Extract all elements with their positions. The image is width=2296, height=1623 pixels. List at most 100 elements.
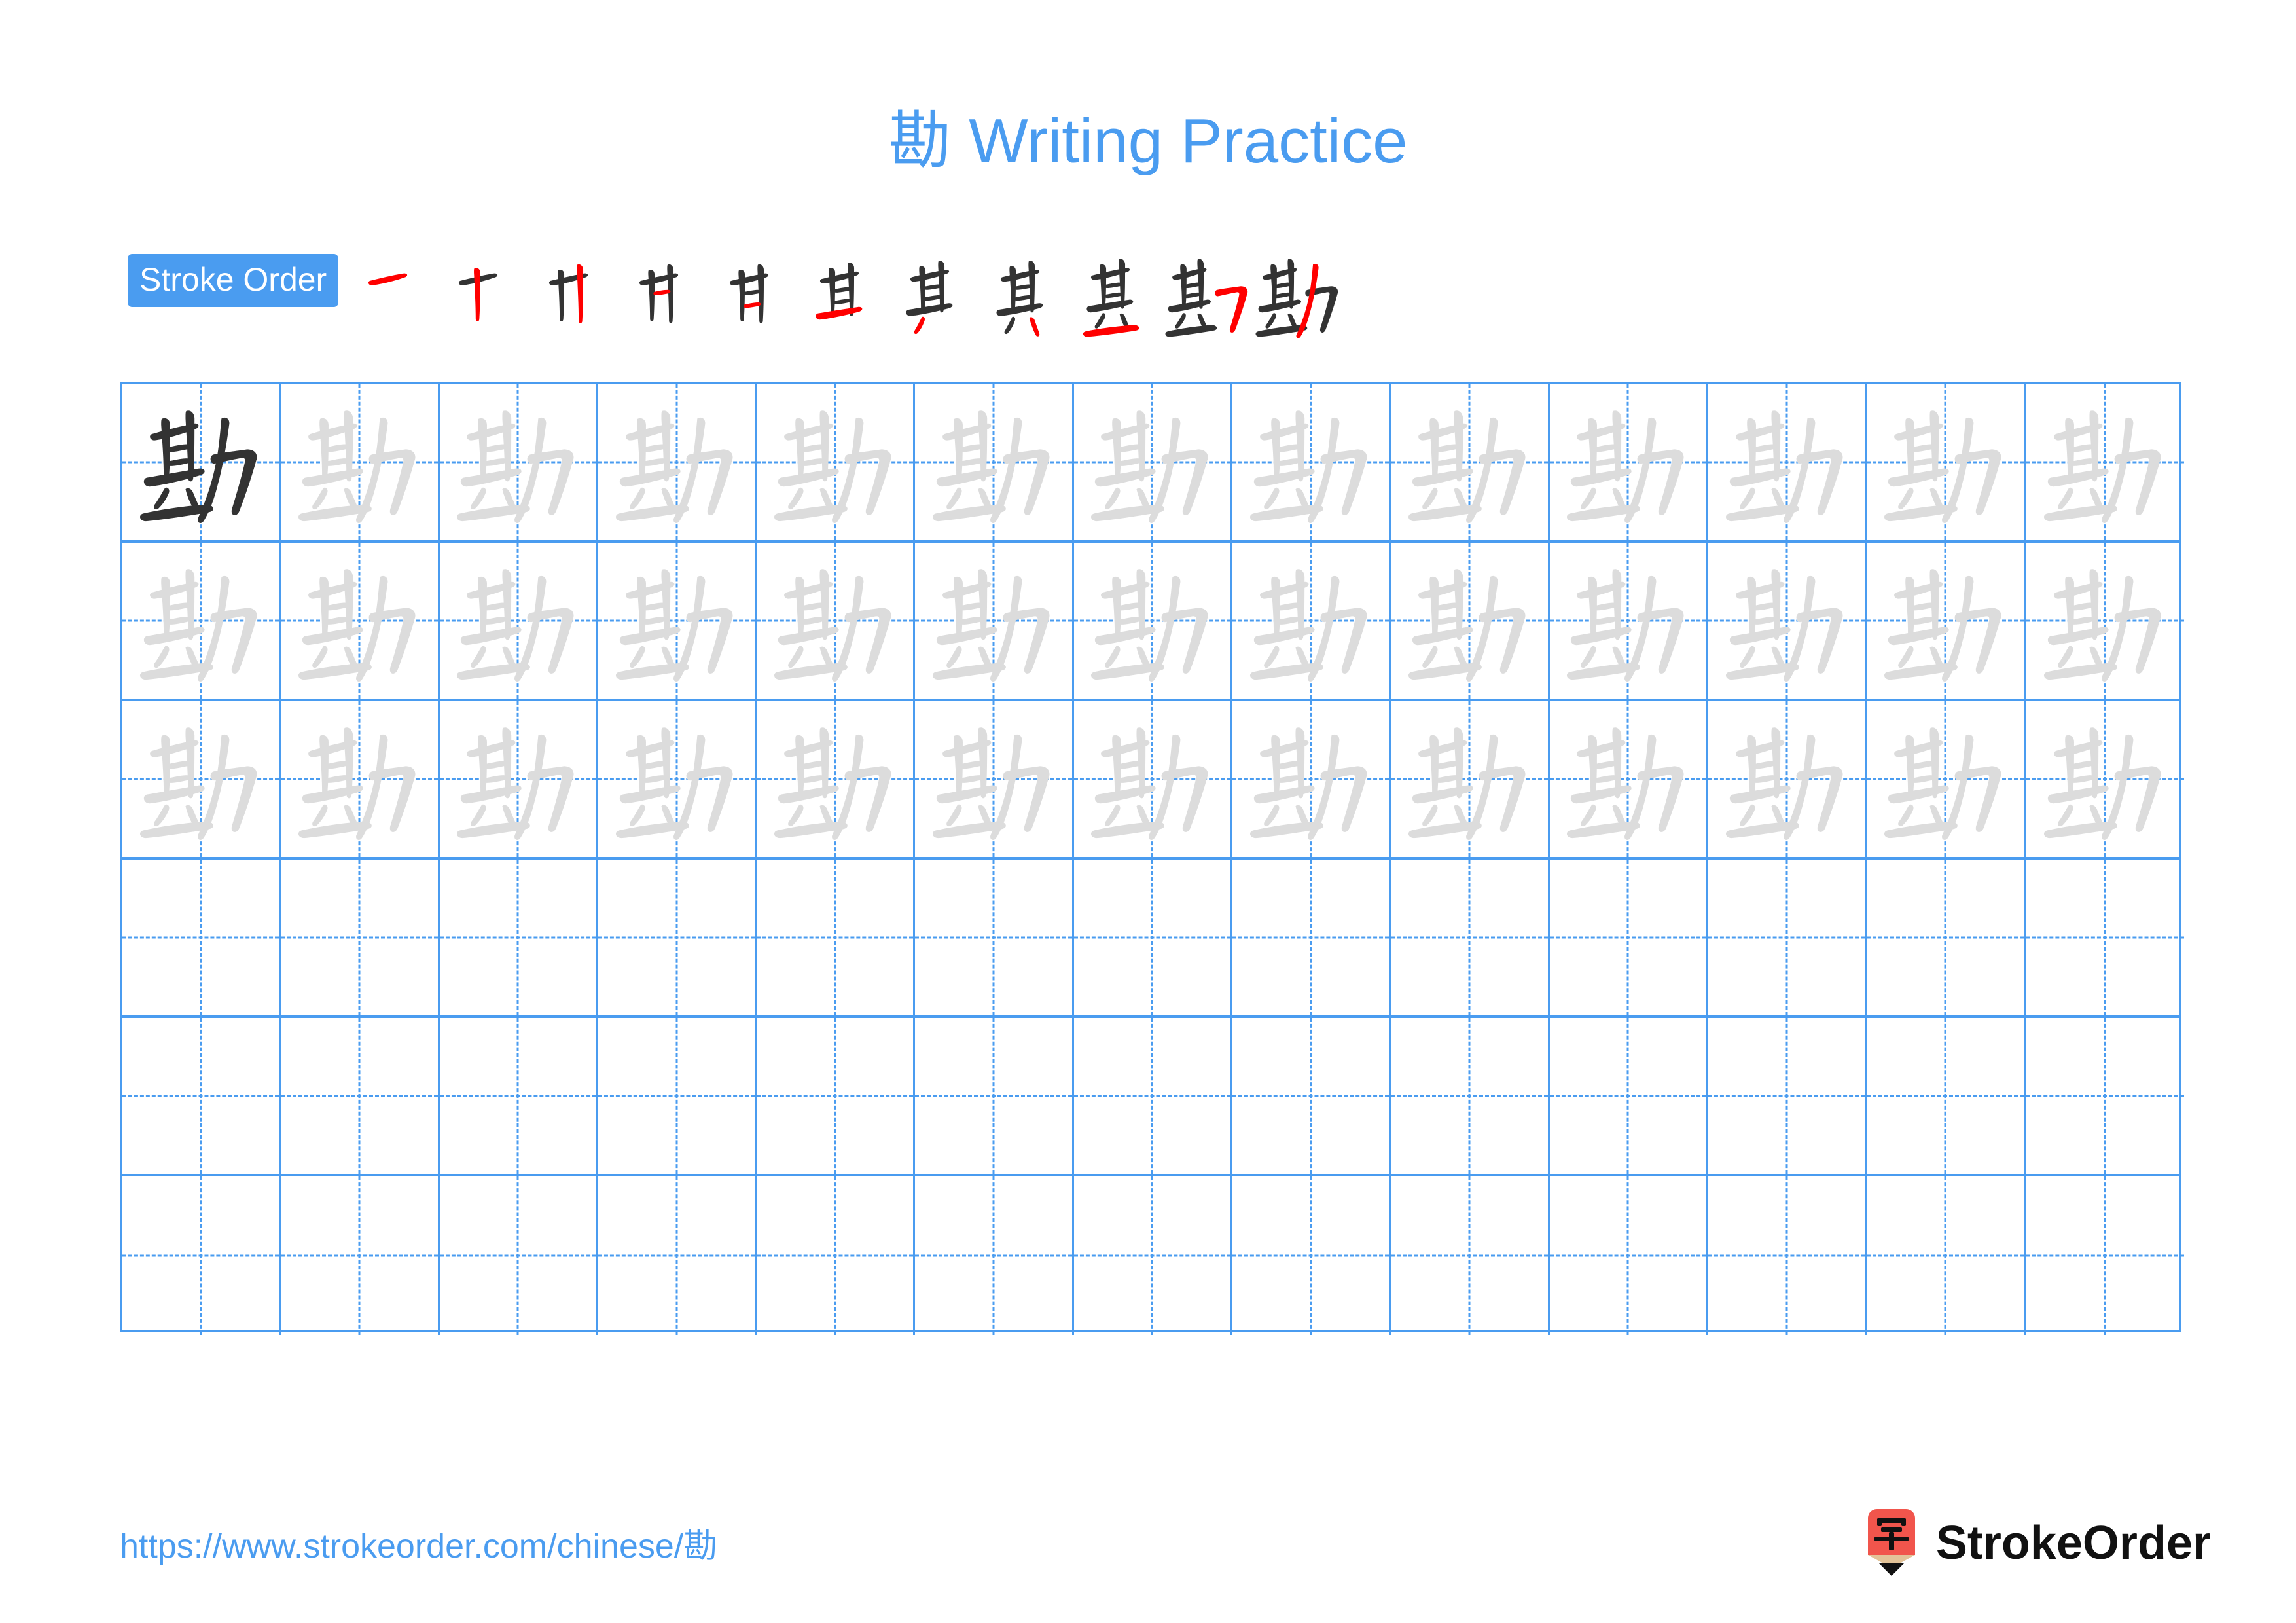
practice-cell[interactable] bbox=[598, 543, 757, 699]
practice-cell[interactable] bbox=[122, 860, 281, 1015]
practice-cell[interactable] bbox=[2025, 384, 2184, 540]
practice-cell[interactable] bbox=[439, 543, 598, 699]
practice-cell[interactable] bbox=[1708, 860, 1867, 1015]
trace-character bbox=[1867, 384, 2023, 540]
practice-cell[interactable] bbox=[1391, 701, 1550, 857]
stroke-step-3 bbox=[531, 254, 621, 346]
practice-cell[interactable] bbox=[598, 860, 757, 1015]
trace-character bbox=[2026, 701, 2184, 857]
practice-cell[interactable] bbox=[439, 860, 598, 1015]
trace-character bbox=[598, 701, 755, 857]
practice-cell[interactable] bbox=[1232, 1176, 1391, 1335]
practice-cell[interactable] bbox=[1232, 860, 1391, 1015]
practice-cell[interactable] bbox=[915, 860, 1074, 1015]
practice-cell[interactable] bbox=[1867, 384, 2026, 540]
practice-cell[interactable] bbox=[915, 1176, 1074, 1335]
horizontal-guide bbox=[2025, 1095, 2184, 1097]
practice-cell[interactable] bbox=[1708, 1176, 1867, 1335]
practice-cell[interactable] bbox=[1073, 860, 1233, 1015]
horizontal-guide bbox=[1073, 1254, 1231, 1257]
practice-cell[interactable] bbox=[1391, 543, 1550, 699]
practice-cell[interactable] bbox=[1708, 543, 1867, 699]
brand-logo[interactable]: StrokeOrder bbox=[1861, 1507, 2211, 1579]
practice-cell[interactable] bbox=[1073, 701, 1233, 857]
practice-cell[interactable] bbox=[281, 1018, 440, 1174]
practice-cell[interactable] bbox=[598, 1018, 757, 1174]
practice-cell[interactable] bbox=[1073, 1018, 1233, 1174]
practice-cell[interactable] bbox=[281, 701, 440, 857]
practice-grid bbox=[120, 382, 2184, 1335]
practice-cell[interactable] bbox=[757, 1176, 916, 1335]
practice-cell[interactable] bbox=[1867, 543, 2026, 699]
practice-cell[interactable] bbox=[1708, 701, 1867, 857]
trace-character bbox=[122, 701, 279, 857]
practice-cell[interactable] bbox=[2025, 1176, 2184, 1335]
practice-cell[interactable] bbox=[1232, 384, 1391, 540]
horizontal-guide bbox=[281, 1254, 438, 1257]
practice-cell[interactable] bbox=[1391, 1018, 1550, 1174]
practice-cell[interactable] bbox=[757, 860, 916, 1015]
practice-cell[interactable] bbox=[1073, 543, 1233, 699]
practice-cell[interactable] bbox=[757, 384, 916, 540]
practice-cell[interactable] bbox=[2025, 860, 2184, 1015]
practice-cell[interactable] bbox=[281, 860, 440, 1015]
practice-cell[interactable] bbox=[1549, 1176, 1708, 1335]
practice-cell[interactable] bbox=[1232, 1018, 1391, 1174]
practice-cell[interactable] bbox=[1549, 543, 1708, 699]
horizontal-guide bbox=[598, 1095, 755, 1097]
practice-cell[interactable] bbox=[122, 701, 281, 857]
practice-cell[interactable] bbox=[915, 701, 1074, 857]
practice-cell[interactable] bbox=[281, 543, 440, 699]
practice-cell[interactable] bbox=[1073, 1176, 1233, 1335]
practice-cell[interactable] bbox=[122, 543, 281, 699]
practice-cell[interactable] bbox=[122, 384, 281, 540]
trace-character bbox=[1708, 701, 1865, 857]
practice-cell[interactable] bbox=[439, 1018, 598, 1174]
practice-cell[interactable] bbox=[2025, 543, 2184, 699]
practice-cell[interactable] bbox=[2025, 1018, 2184, 1174]
practice-cell[interactable] bbox=[1549, 384, 1708, 540]
trace-character bbox=[1867, 543, 2023, 699]
practice-cell[interactable] bbox=[1867, 701, 2026, 857]
practice-cell[interactable] bbox=[757, 1018, 916, 1174]
horizontal-guide bbox=[1867, 1095, 2024, 1097]
practice-cell[interactable] bbox=[1549, 860, 1708, 1015]
practice-cell[interactable] bbox=[122, 1018, 281, 1174]
practice-cell[interactable] bbox=[757, 543, 916, 699]
practice-cell[interactable] bbox=[439, 701, 598, 857]
practice-cell[interactable] bbox=[1073, 384, 1233, 540]
practice-cell[interactable] bbox=[598, 384, 757, 540]
source-url[interactable]: https://www.strokeorder.com/chinese/勘 bbox=[120, 1529, 717, 1563]
trace-character bbox=[757, 543, 913, 699]
practice-cell[interactable] bbox=[915, 543, 1074, 699]
practice-cell[interactable] bbox=[281, 384, 440, 540]
horizontal-guide bbox=[1708, 1095, 1865, 1097]
practice-cell[interactable] bbox=[915, 384, 1074, 540]
practice-cell[interactable] bbox=[1232, 701, 1391, 857]
practice-cell[interactable] bbox=[598, 1176, 757, 1335]
practice-cell[interactable] bbox=[1708, 1018, 1867, 1174]
practice-cell[interactable] bbox=[1549, 1018, 1708, 1174]
practice-cell[interactable] bbox=[1391, 860, 1550, 1015]
practice-cell[interactable] bbox=[281, 1176, 440, 1335]
practice-cell[interactable] bbox=[1867, 1176, 2026, 1335]
practice-cell[interactable] bbox=[1867, 860, 2026, 1015]
practice-cell[interactable] bbox=[598, 701, 757, 857]
practice-cell[interactable] bbox=[915, 1018, 1074, 1174]
practice-cell[interactable] bbox=[439, 384, 598, 540]
practice-cell[interactable] bbox=[1232, 543, 1391, 699]
practice-cell[interactable] bbox=[1391, 1176, 1550, 1335]
practice-cell[interactable] bbox=[2025, 701, 2184, 857]
practice-cell[interactable] bbox=[1549, 701, 1708, 857]
practice-row bbox=[122, 384, 2184, 543]
horizontal-guide bbox=[915, 1095, 1072, 1097]
horizontal-guide bbox=[439, 1095, 596, 1097]
practice-cell[interactable] bbox=[439, 1176, 598, 1335]
model-character bbox=[122, 384, 279, 540]
practice-cell[interactable] bbox=[1708, 384, 1867, 540]
practice-cell[interactable] bbox=[757, 701, 916, 857]
practice-cell[interactable] bbox=[1867, 1018, 2026, 1174]
practice-row bbox=[122, 1018, 2184, 1176]
practice-cell[interactable] bbox=[1391, 384, 1550, 540]
practice-cell[interactable] bbox=[122, 1176, 281, 1335]
